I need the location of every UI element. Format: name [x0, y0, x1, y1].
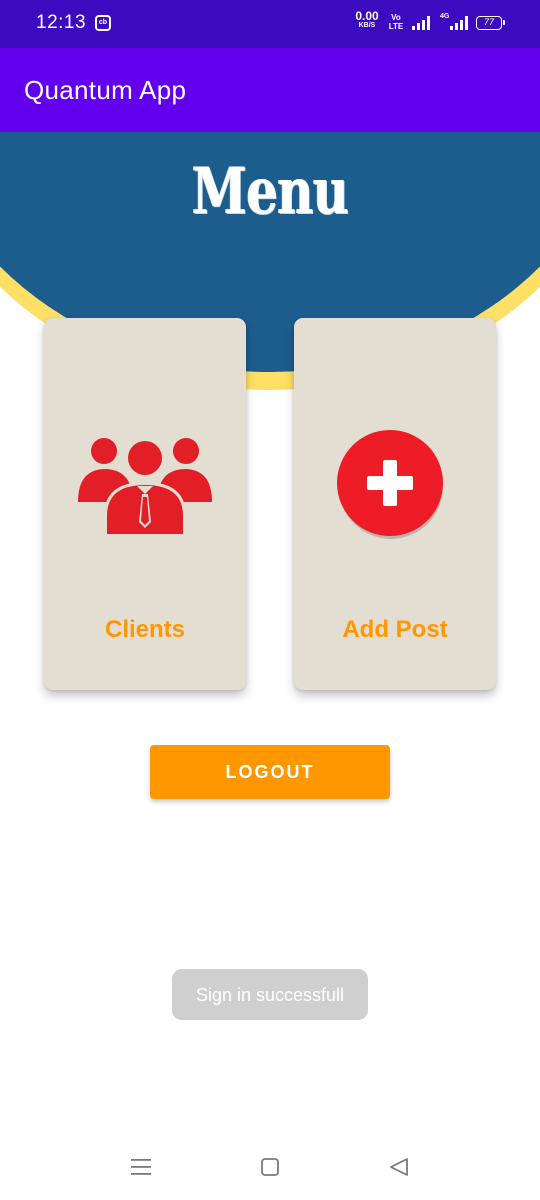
network-speed: 0.00 KB/S — [354, 9, 380, 30]
battery-icon: 77 — [476, 16, 505, 30]
volte-bottom: LTE — [388, 22, 404, 31]
volte-icon: Vo LTE — [386, 13, 406, 31]
signal-icon — [412, 16, 430, 30]
app-title: Quantum App — [24, 75, 187, 105]
system-nav-bar — [0, 1140, 540, 1200]
status-time: 12:13 — [36, 12, 87, 33]
signal-4g-icon — [450, 16, 468, 30]
logout-button[interactable]: LOGOUT — [150, 745, 390, 799]
clients-label: Clients — [104, 616, 185, 643]
add-post-label: Add Post — [342, 616, 448, 643]
notification-icon: cb — [95, 15, 111, 31]
app-bar: Quantum App — [0, 48, 540, 132]
back-icon[interactable] — [388, 1156, 410, 1178]
clients-card[interactable]: Clients — [44, 318, 246, 690]
add-post-card[interactable]: Add Post — [294, 318, 496, 690]
network-speed-value: 0.00 — [355, 9, 379, 23]
volte-top: Vo — [391, 13, 401, 22]
menu-icon[interactable] — [130, 1157, 152, 1177]
plus-circle-icon — [337, 430, 443, 539]
status-bar: 12:13 cb 0.00 KB/S Vo LTE 4G 77 — [0, 0, 540, 48]
group-users-icon — [78, 438, 212, 536]
menu-title: Menu — [191, 154, 349, 229]
toast-message: Sign in successfull — [172, 969, 368, 1020]
home-icon[interactable] — [260, 1157, 280, 1177]
